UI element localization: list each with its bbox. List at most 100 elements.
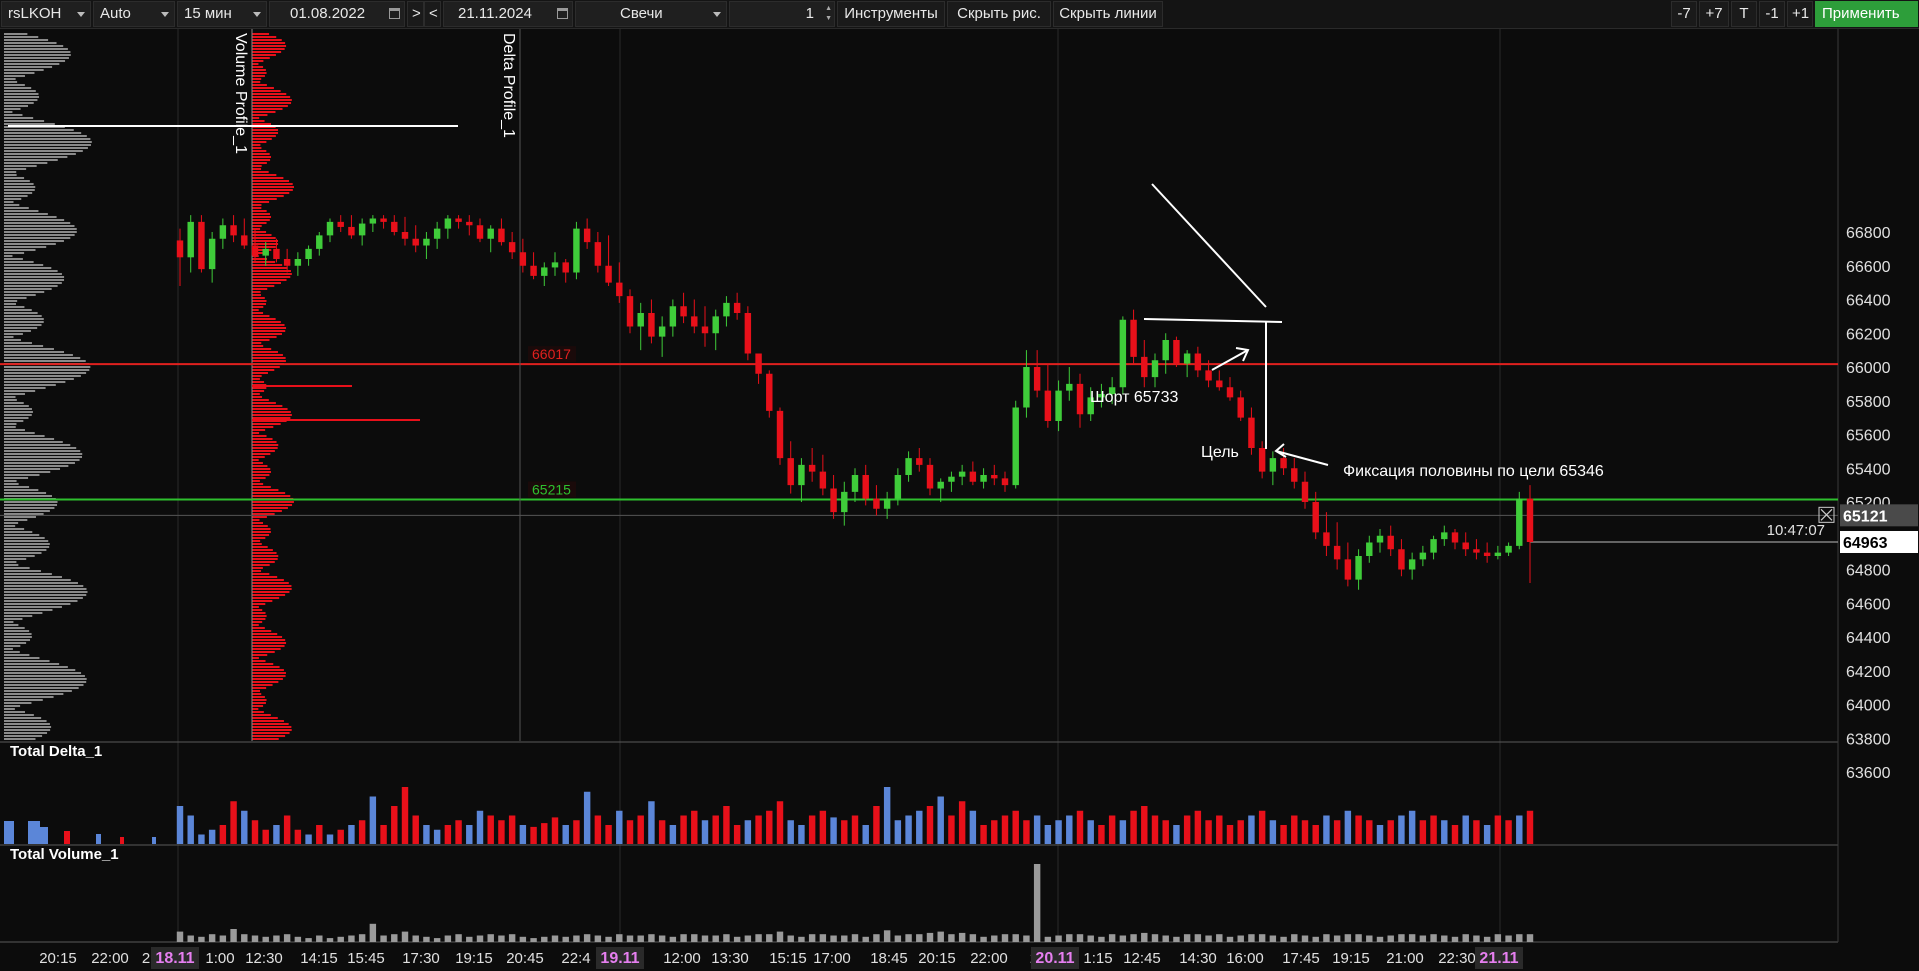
profile-bar — [252, 516, 267, 518]
delta-bar — [1130, 810, 1137, 844]
profile-bar — [4, 129, 74, 131]
delta-bar — [1269, 820, 1277, 844]
profile-bar — [252, 174, 277, 176]
chart-type-select[interactable]: Свечи — [575, 1, 727, 27]
price-tick: 65600 — [1846, 428, 1891, 445]
volume-bar — [401, 931, 409, 942]
candle-body — [1023, 367, 1030, 408]
profile-bar — [4, 330, 31, 332]
profile-bar — [252, 375, 262, 377]
stepper-arrows-icon[interactable]: ▲ ▼ — [822, 4, 832, 24]
delta-bar — [1066, 815, 1073, 844]
candle-body — [1451, 532, 1459, 543]
profile-bar — [252, 555, 279, 557]
price-tick: 66200 — [1846, 326, 1891, 343]
profile-bar — [252, 717, 278, 719]
profile-bar — [4, 72, 35, 74]
profile-bar — [4, 630, 30, 632]
candle-body — [926, 464, 934, 489]
profile-bar — [4, 711, 25, 713]
hide-lines-button[interactable]: Скрыть линии — [1053, 1, 1163, 27]
profile-bar — [252, 42, 286, 44]
delta-bar — [498, 820, 505, 844]
profile-bar — [4, 204, 20, 206]
t-button[interactable]: T — [1731, 1, 1757, 27]
candle-body — [498, 228, 505, 243]
volume-bar — [648, 934, 655, 942]
chevron-down-icon — [713, 12, 721, 17]
count-stepper[interactable]: 1 ▲ ▼ — [729, 1, 835, 27]
volume-bar — [637, 935, 644, 942]
profile-bar — [4, 723, 50, 725]
candle-body — [1505, 545, 1512, 553]
profile-bar — [4, 609, 53, 611]
candle-body — [476, 225, 484, 239]
candle-body — [1162, 340, 1169, 361]
plus1-button[interactable]: +1 — [1787, 1, 1813, 27]
delta-bar — [862, 825, 869, 844]
profile-bar — [4, 147, 88, 149]
profile-bar — [252, 522, 264, 524]
candle-body — [969, 471, 977, 482]
candle-body — [1441, 532, 1448, 540]
profile-bar — [252, 294, 261, 296]
date-to-input[interactable]: 21.11.2024 — [443, 1, 573, 27]
profile-bar — [252, 441, 277, 443]
timeframe-select[interactable]: 15 мин — [177, 1, 267, 27]
calendar-icon[interactable] — [389, 8, 400, 19]
instruments-button[interactable]: Инструменты — [837, 1, 945, 27]
profile-bar — [252, 162, 267, 164]
profile-bar — [252, 279, 287, 281]
candle-body — [401, 232, 409, 239]
hide-drawings-button[interactable]: Скрыть рис. — [947, 1, 1051, 27]
time-label: 22:30 — [1438, 950, 1476, 967]
profile-bar — [4, 675, 85, 677]
calendar-icon[interactable] — [557, 8, 568, 19]
profile-bar — [4, 267, 52, 269]
apply-button[interactable]: Применить — [1815, 1, 1918, 27]
profile-bar — [4, 738, 36, 740]
symbol-select[interactable]: rsLKOH — [1, 1, 91, 27]
profile-bar — [4, 210, 39, 212]
candle-body — [316, 235, 323, 249]
delta-bar — [1451, 825, 1459, 844]
profile-bar — [4, 654, 30, 656]
next-button[interactable]: > — [407, 1, 424, 27]
profile-bar — [4, 285, 58, 287]
profile-bar — [252, 609, 263, 611]
profile-bar — [4, 345, 44, 347]
plus7-button[interactable]: +7 — [1699, 1, 1729, 27]
profile-bar — [252, 273, 292, 275]
profile-bar — [252, 567, 263, 569]
profile-bar — [252, 543, 262, 545]
profile-bar — [252, 419, 420, 421]
volume-bar — [1130, 934, 1137, 942]
candle-body — [862, 475, 869, 499]
profile-bar — [252, 51, 282, 53]
scale-select[interactable]: Auto — [93, 1, 175, 27]
minus7-button[interactable]: -7 — [1671, 1, 1697, 27]
delta-bar — [305, 834, 312, 844]
chart-area[interactable]: Volume Profile_1 Delta Profile_1 66017 652… — [0, 29, 1919, 971]
profile-bar — [4, 93, 39, 95]
profile-bar — [252, 729, 292, 731]
prev-button[interactable]: < — [424, 1, 441, 27]
delta-bar — [873, 806, 880, 844]
profile-bar — [252, 141, 267, 143]
profile-bar — [4, 81, 18, 83]
profile-bar — [252, 117, 260, 119]
profile-bar — [4, 678, 87, 680]
candle-body — [1226, 387, 1234, 398]
profile-bar — [252, 465, 268, 467]
profile-bar — [252, 726, 292, 728]
profile-bar — [4, 219, 65, 221]
profile-bar — [252, 45, 287, 47]
minus1-button[interactable]: -1 — [1759, 1, 1785, 27]
candle-body — [723, 302, 730, 317]
date-from-input[interactable]: 01.08.2022 — [269, 1, 405, 27]
profile-bar — [4, 522, 19, 524]
delta-bar — [1280, 825, 1287, 844]
profile-bar — [4, 615, 33, 617]
delta-bar — [1023, 820, 1030, 844]
profile-bar — [4, 372, 87, 374]
